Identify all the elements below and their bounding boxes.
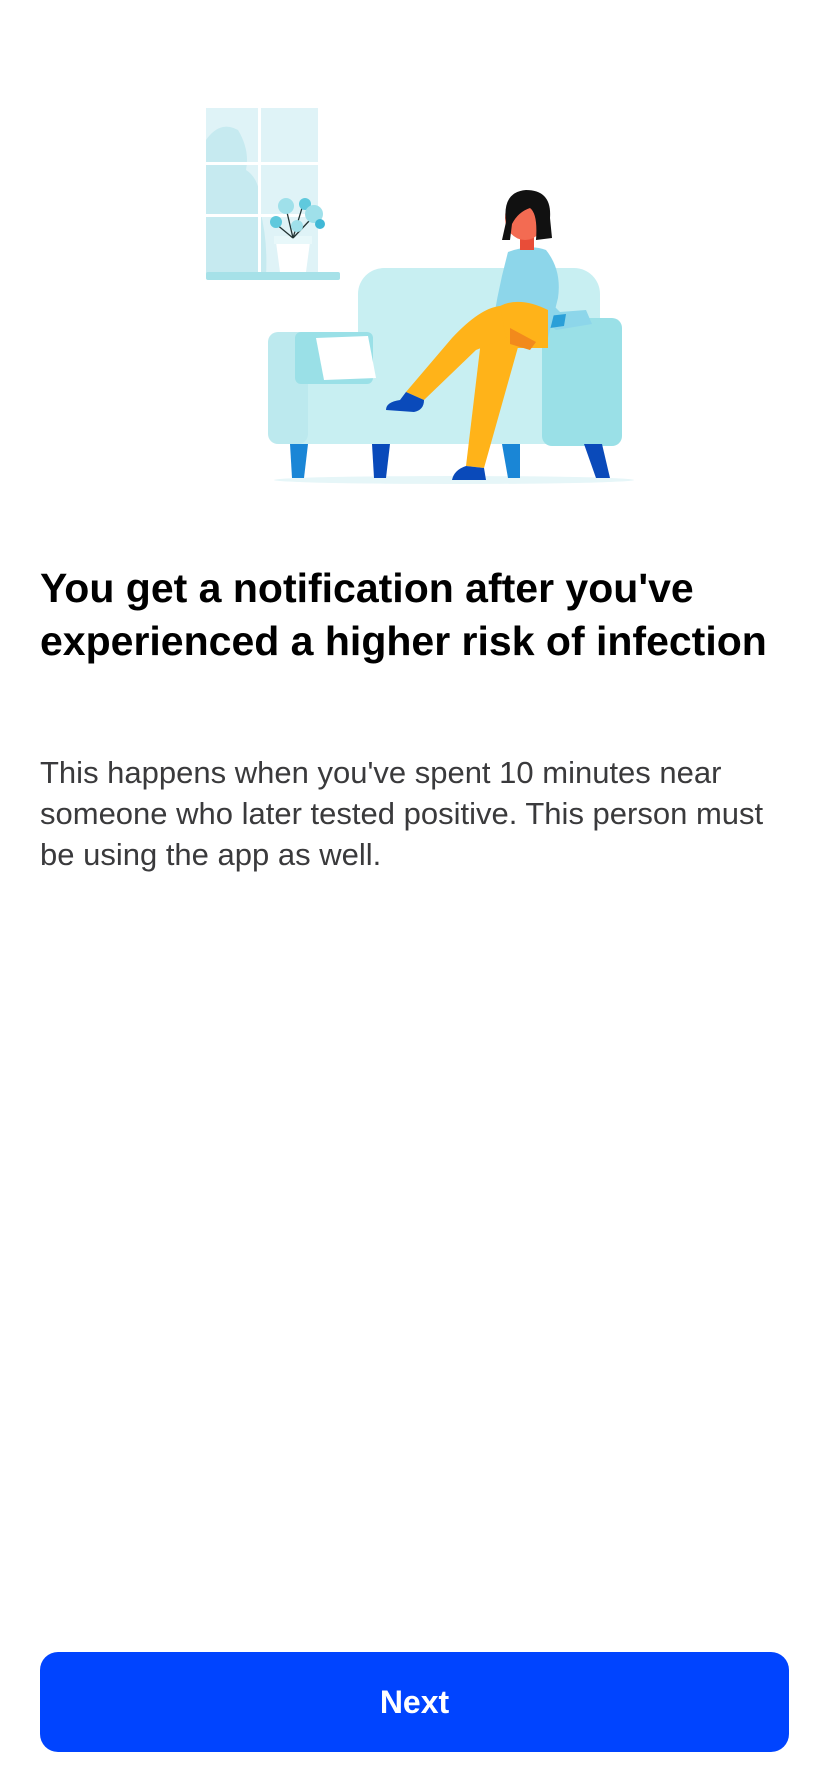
description-text: This happens when you've spent 10 minute…	[40, 755, 764, 872]
next-button[interactable]: Next	[40, 1652, 789, 1752]
person-on-sofa-illustration	[190, 100, 640, 495]
page-title: You get a notification after you've expe…	[40, 565, 767, 664]
